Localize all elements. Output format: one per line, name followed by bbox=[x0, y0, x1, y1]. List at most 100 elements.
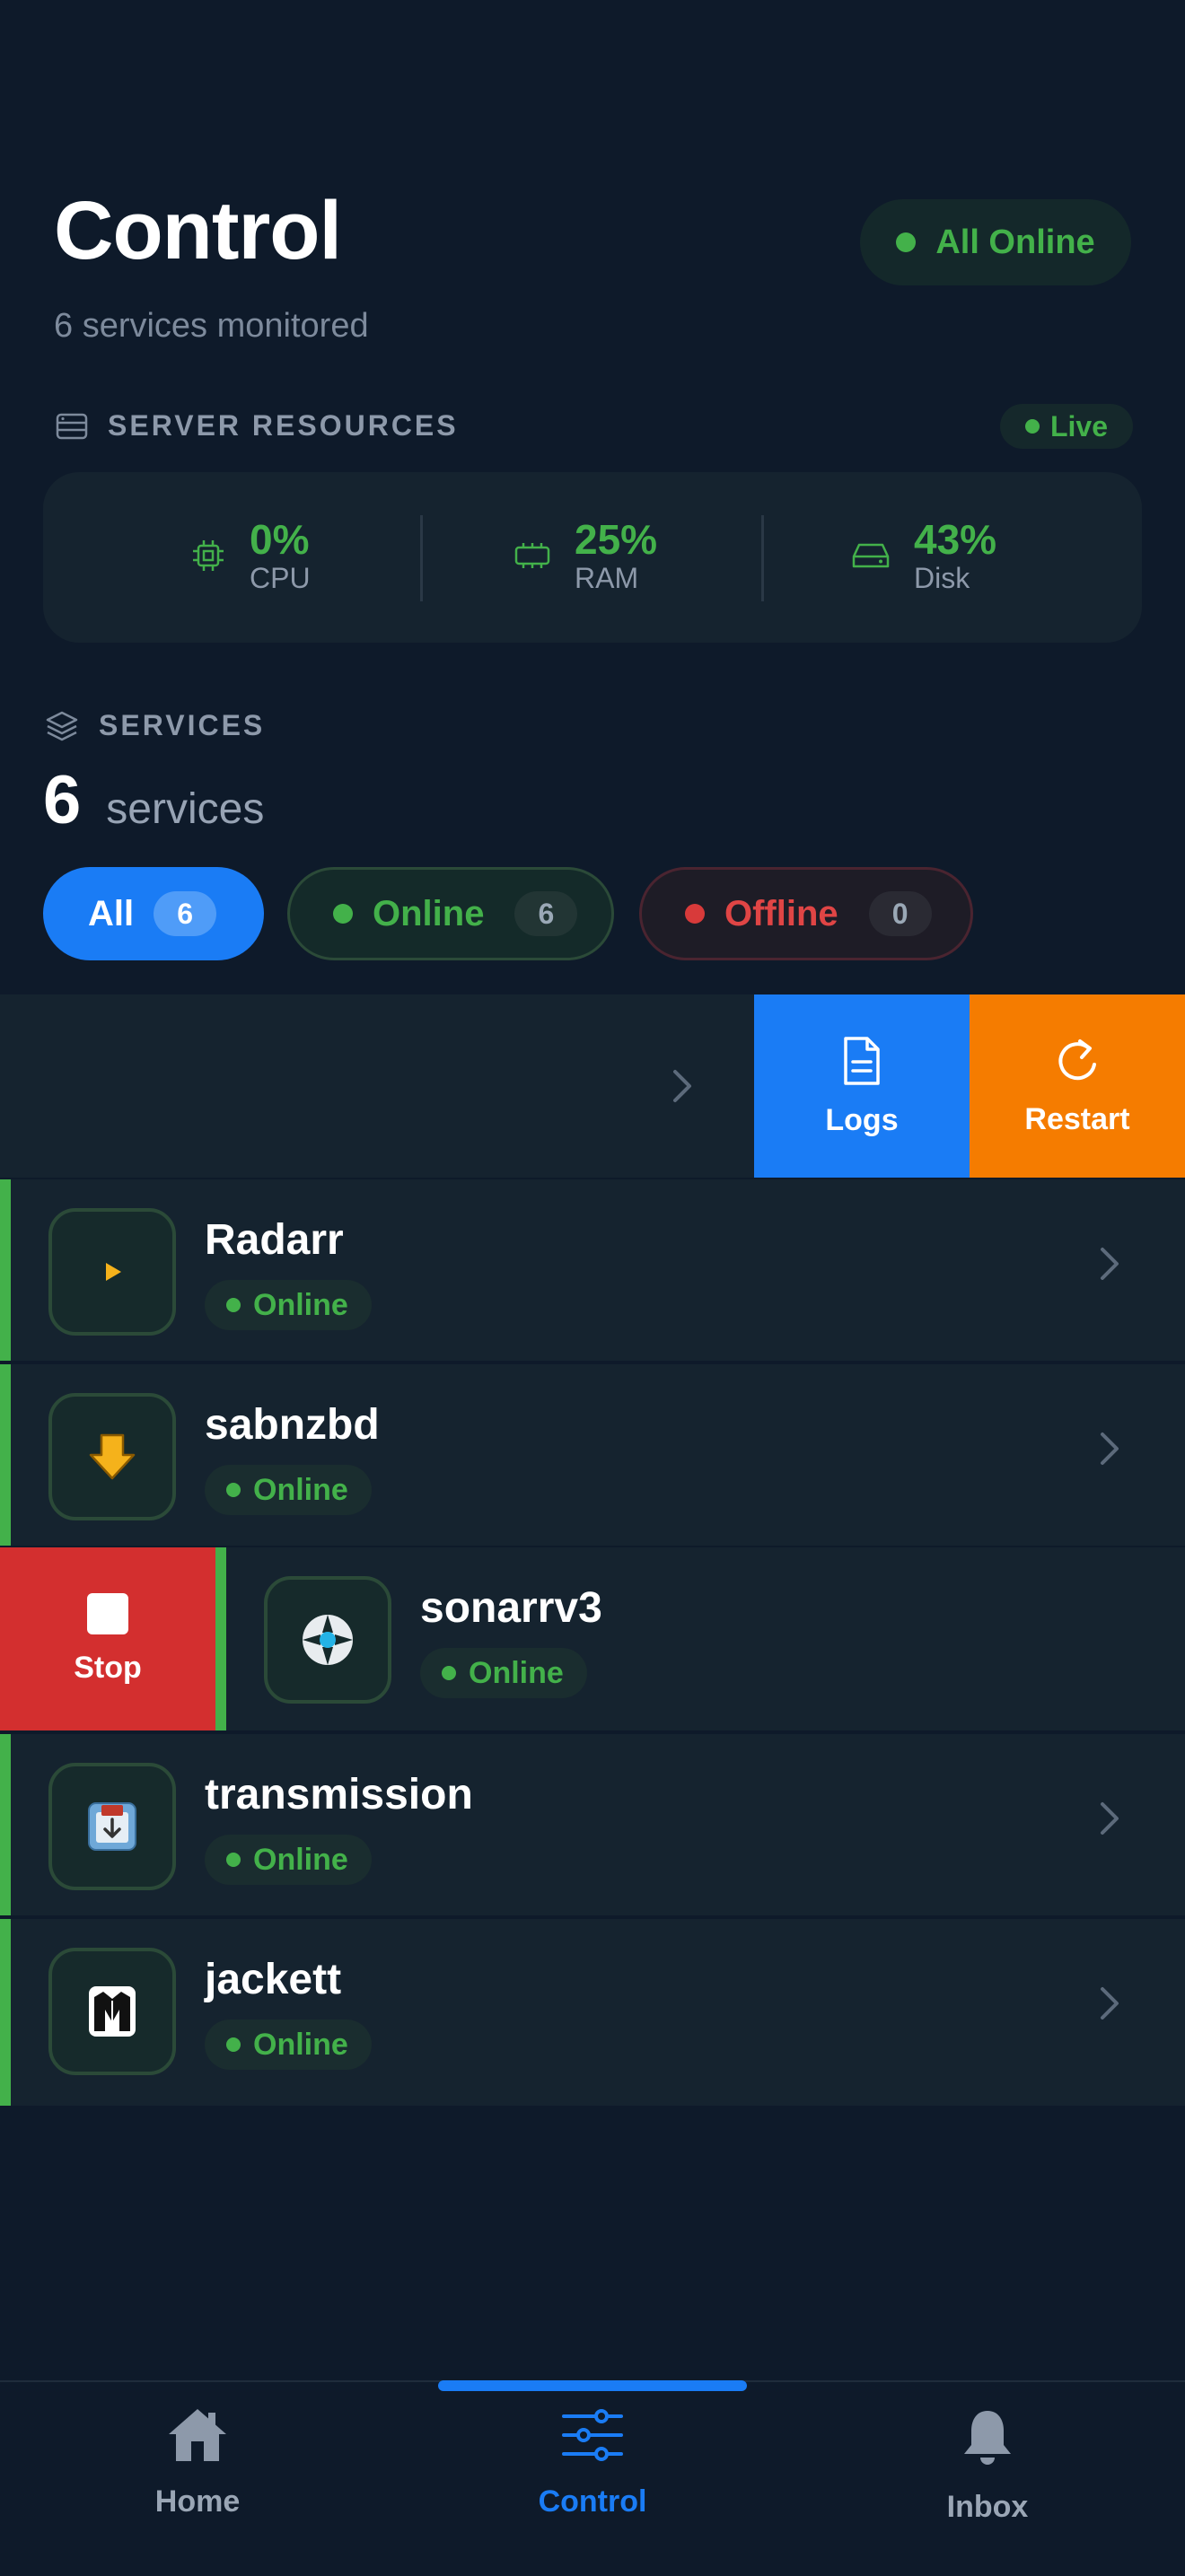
restart-button[interactable]: Restart bbox=[970, 994, 1185, 1178]
status-bar bbox=[0, 1734, 11, 1915]
status-dot bbox=[896, 232, 917, 252]
resource-disk: 43% Disk bbox=[851, 519, 996, 592]
filter-offline-count: 0 bbox=[868, 891, 932, 936]
nav-tab-home[interactable]: Home bbox=[63, 2405, 332, 2519]
sonarrv3-row-content[interactable]: sonarrv3 Online bbox=[215, 1547, 1185, 1730]
service-row-sabnzbd[interactable]: sabnzbd Online bbox=[0, 1362, 1185, 1546]
chevron-right-icon bbox=[1101, 1248, 1119, 1280]
service-name: Radarr bbox=[205, 1216, 344, 1264]
bell-icon bbox=[964, 2411, 1011, 2465]
services-count-number: 6 bbox=[43, 762, 82, 838]
service-name: transmission bbox=[205, 1771, 473, 1818]
nav-inbox-label: Inbox bbox=[946, 2490, 1029, 2524]
chevron-right-icon bbox=[1101, 1802, 1119, 1835]
filter-online-chip[interactable]: Online 6 bbox=[287, 867, 614, 960]
status-label: Online bbox=[253, 1287, 348, 1322]
offline-dot bbox=[685, 904, 705, 924]
status-bar bbox=[0, 1179, 11, 1361]
transmission-logo-icon bbox=[88, 1802, 136, 1851]
service-name: sonarrv3 bbox=[420, 1584, 602, 1632]
filter-offline-label: Offline bbox=[724, 893, 838, 933]
server-resources-card: 0% CPU 25% RAM 43% Disk bbox=[43, 472, 1142, 643]
chevron-right-icon bbox=[1101, 1987, 1119, 2020]
filter-all-label: All bbox=[88, 893, 135, 933]
online-dot bbox=[333, 904, 353, 924]
services-count: 6 services bbox=[43, 761, 264, 839]
sliders-icon bbox=[562, 2409, 623, 2461]
resource-cpu: 0% CPU bbox=[190, 519, 311, 592]
live-dot bbox=[1024, 419, 1040, 434]
filter-online-label: Online bbox=[373, 893, 485, 933]
status-label: Online bbox=[253, 1472, 348, 1507]
nav-tab-inbox[interactable]: Inbox bbox=[853, 2405, 1122, 2525]
server-icon bbox=[56, 413, 88, 439]
status-label: Online bbox=[253, 1842, 348, 1877]
nav-home-label: Home bbox=[154, 2484, 241, 2519]
transmission-app-icon bbox=[48, 1763, 176, 1890]
chevron-right-icon bbox=[1101, 1433, 1119, 1465]
status-dot bbox=[226, 1298, 241, 1312]
status-badge: Online bbox=[205, 1465, 372, 1515]
page-subtitle: 6 services monitored bbox=[54, 307, 369, 345]
status-badge: Online bbox=[420, 1648, 587, 1698]
service-name: sabnzbd bbox=[205, 1401, 380, 1449]
stop-icon bbox=[87, 1592, 128, 1634]
jacket-icon bbox=[89, 1986, 136, 2037]
sonarr-logo-icon bbox=[303, 1615, 353, 1665]
nav-tab-control[interactable]: Control bbox=[458, 2405, 727, 2519]
status-label: Online bbox=[469, 1655, 564, 1690]
status-badge: Online bbox=[205, 1280, 372, 1330]
status-dot bbox=[226, 2037, 241, 2052]
cpu-icon bbox=[193, 540, 224, 571]
server-resources-title: SERVER RESOURCES bbox=[108, 409, 459, 442]
service-row-radarr[interactable]: Radarr Online bbox=[0, 1178, 1185, 1361]
nav-active-indicator bbox=[438, 2380, 747, 2391]
stop-button[interactable]: Stop bbox=[0, 1547, 215, 1730]
overall-status-label: All Online bbox=[935, 223, 1095, 261]
status-bar bbox=[0, 1364, 11, 1546]
overall-status-badge: All Online bbox=[860, 199, 1131, 285]
jackett-app-icon bbox=[48, 1948, 176, 2075]
service-row-sonarrv3[interactable]: Stop sonarrv3 Online bbox=[0, 1547, 1185, 1730]
logs-button[interactable]: Logs bbox=[754, 994, 970, 1178]
service-row-transmission[interactable]: transmission Online bbox=[0, 1732, 1185, 1915]
resource-divider bbox=[761, 515, 764, 601]
sabnzbd-app-icon bbox=[48, 1393, 176, 1520]
status-badge: Online bbox=[205, 1835, 372, 1885]
status-badge: Online bbox=[205, 2020, 372, 2070]
page-title: Control bbox=[54, 185, 342, 276]
download-arrow-icon bbox=[89, 1433, 136, 1480]
disk-label: Disk bbox=[914, 562, 970, 594]
nav-control-label: Control bbox=[538, 2484, 647, 2519]
file-text-icon bbox=[844, 1036, 880, 1085]
status-bar bbox=[0, 1919, 11, 2106]
service-name: jackett bbox=[205, 1956, 342, 2003]
status-dot bbox=[226, 1483, 241, 1497]
status-dot bbox=[442, 1666, 456, 1680]
chevron-right-icon bbox=[673, 1070, 691, 1102]
services-count-label: services bbox=[106, 785, 265, 833]
filter-all-chip[interactable]: All 6 bbox=[43, 867, 264, 960]
services-header: SERVICES bbox=[45, 709, 265, 742]
resource-divider bbox=[420, 515, 423, 601]
refresh-icon bbox=[1058, 1038, 1096, 1080]
disk-icon bbox=[852, 543, 890, 568]
ram-value: 25% bbox=[575, 516, 658, 563]
restart-label: Restart bbox=[1024, 1101, 1130, 1136]
service-row-jackett[interactable]: jackett Online bbox=[0, 1917, 1185, 2106]
filter-online-count: 6 bbox=[514, 891, 578, 936]
radarr-app-icon bbox=[48, 1208, 176, 1336]
status-dot bbox=[226, 1853, 241, 1867]
filter-offline-chip[interactable]: Offline 0 bbox=[639, 867, 973, 960]
layers-icon bbox=[46, 711, 78, 740]
status-bar bbox=[215, 1547, 226, 1730]
play-icon bbox=[106, 1263, 121, 1281]
stop-label: Stop bbox=[74, 1650, 142, 1685]
server-resources-header: SERVER RESOURCES bbox=[56, 409, 459, 442]
live-label: Live bbox=[1049, 409, 1109, 442]
service-row-swiped-left[interactable]: Logs Restart bbox=[0, 994, 1185, 1178]
resource-ram: 25% RAM bbox=[514, 519, 657, 592]
ram-label: RAM bbox=[575, 562, 639, 594]
disk-value: 43% bbox=[914, 516, 997, 563]
cpu-label: CPU bbox=[250, 562, 311, 594]
